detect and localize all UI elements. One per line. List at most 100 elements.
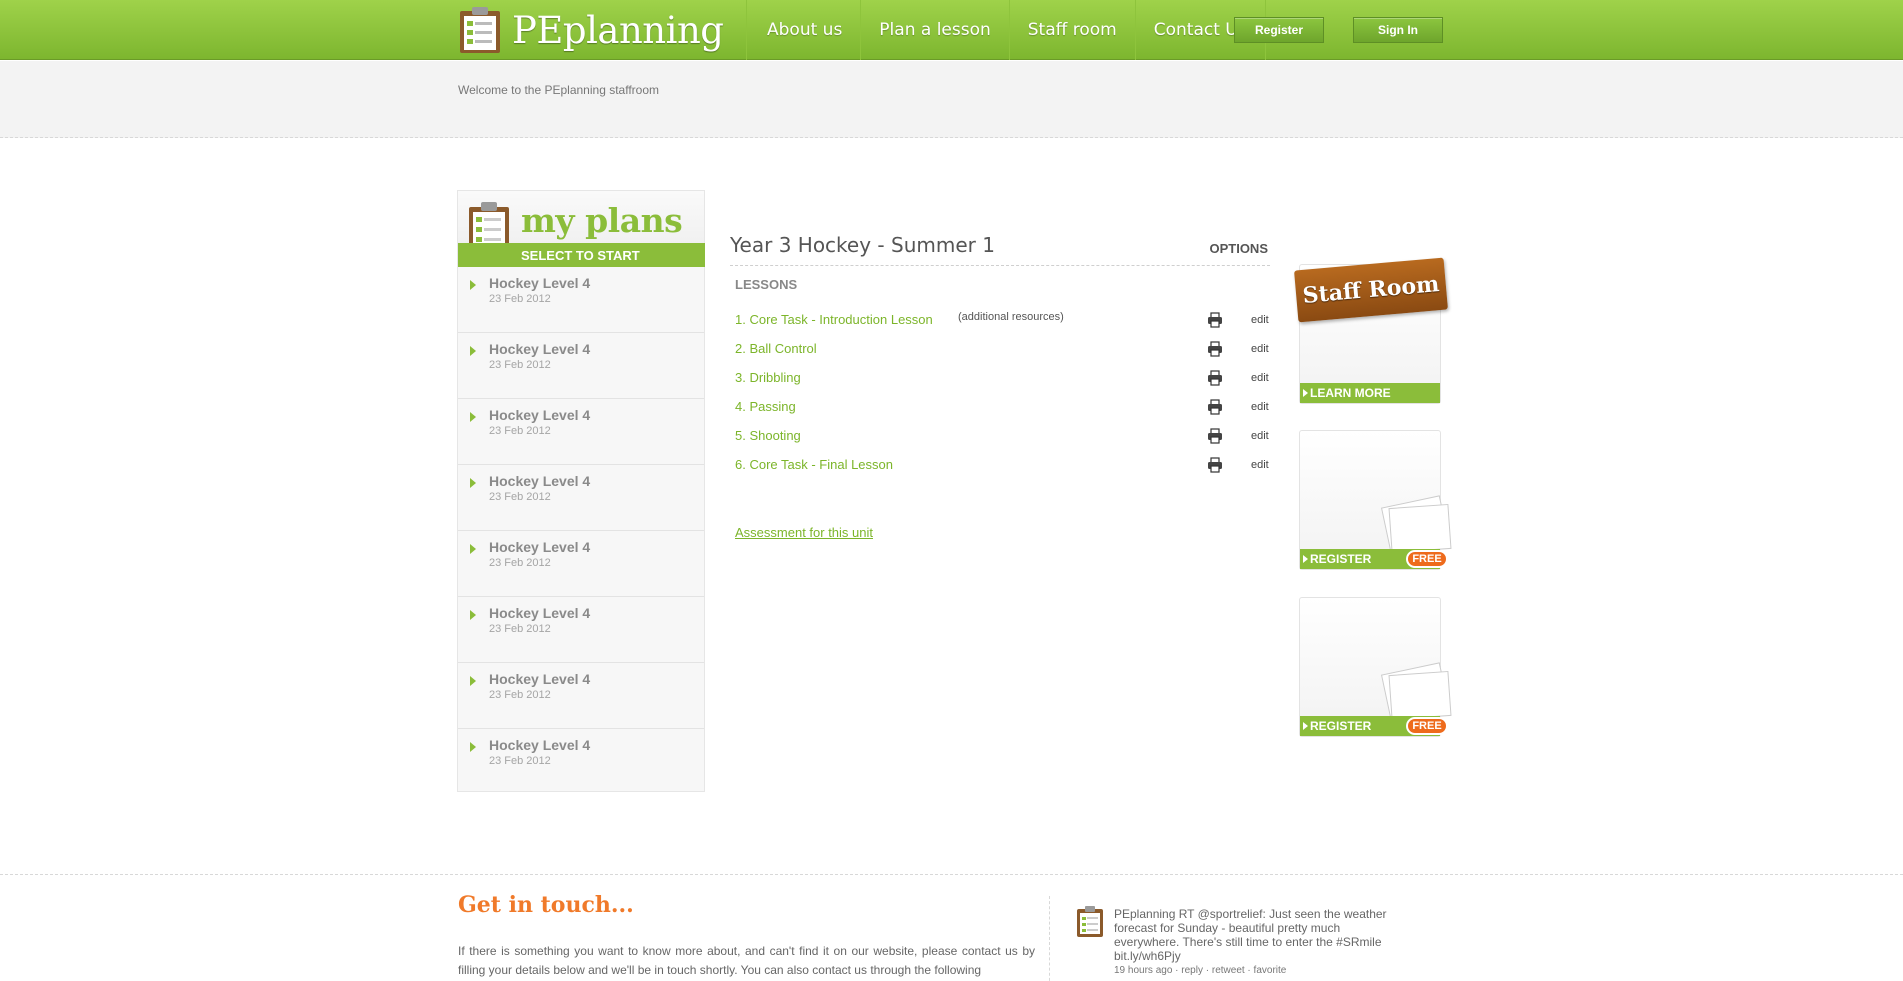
site-logo[interactable]: PEplanning [458,4,724,56]
edit-link[interactable]: edit [1251,314,1269,326]
lesson-link[interactable]: 6. Core Task - Final Lesson [735,457,893,472]
plan-name: Hockey Level 4 [489,407,591,423]
plan-date: 23 Feb 2012 [489,293,551,305]
plan-item[interactable]: Hockey Level 4 23 Feb 2012 [458,597,704,663]
edit-link[interactable]: edit [1251,459,1269,471]
title-divider [730,265,1270,266]
plan-item[interactable]: Hockey Level 4 23 Feb 2012 [458,399,704,465]
nav-about-us[interactable]: About us [746,0,860,60]
lesson-link[interactable]: 1. Core Task - Introduction Lesson [735,312,933,327]
nav-plan-a-lesson[interactable]: Plan a lesson [860,0,1008,60]
plan-item[interactable]: Hockey Level 4 23 Feb 2012 [458,729,704,795]
tweet-text: PEplanning RT @sportrelief: Just seen th… [1114,907,1387,963]
plan-name: Hockey Level 4 [489,737,591,753]
print-icon[interactable] [1207,428,1223,444]
get-in-touch-text: If there is something you want to know m… [458,944,1035,977]
plan-name: Hockey Level 4 [489,473,591,489]
welcome-text: Welcome to the PEplanning staffroom [458,83,659,97]
plan-item[interactable]: Hockey Level 4 23 Feb 2012 [458,333,704,399]
arrow-right-icon [1303,555,1308,563]
arrow-right-icon [470,478,476,488]
arrow-right-icon [470,346,476,356]
plan-date: 23 Feb 2012 [489,425,551,437]
arrow-right-icon [470,412,476,422]
lesson-row: 1. Core Task - Introduction Lesson (addi… [735,311,1270,332]
sign-in-button[interactable]: Sign In [1353,17,1443,43]
lesson-plan-sheet-icon [1388,503,1452,554]
arrow-right-icon [470,544,476,554]
select-to-start-label: SELECT TO START [521,248,640,263]
plan-name: Hockey Level 4 [489,275,591,291]
print-icon[interactable] [1207,457,1223,473]
unit-title: Year 3 Hockey - Summer 1 [730,233,995,257]
learn-more-label: LEARN MORE [1310,386,1391,400]
free-badge: FREE [1406,717,1448,735]
lesson-link[interactable]: 5. Shooting [735,428,801,443]
arrow-right-icon [1303,389,1308,397]
register-label: REGISTER [1310,719,1372,733]
assessment-link[interactable]: Assessment for this unit [735,525,873,540]
tweet-retweet-link[interactable]: retweet [1212,965,1245,976]
plan-date: 23 Feb 2012 [489,359,551,371]
edit-link[interactable]: edit [1251,401,1269,413]
register-label: REGISTER [1310,552,1372,566]
arrow-right-icon [470,280,476,290]
register-promo[interactable]: REGISTER [1299,597,1452,737]
logo-text: PEplanning [512,8,724,52]
plan-item[interactable]: Hockey Level 4 23 Feb 2012 [458,531,704,597]
site-header: PEplanning About us Plan a lesson Staff … [0,0,1903,60]
plan-item[interactable]: Hockey Level 4 23 Feb 2012 [458,663,704,729]
plan-date: 23 Feb 2012 [489,755,551,767]
lessons-heading: LESSONS [735,277,798,292]
arrow-right-icon [470,742,476,752]
lesson-row: 5. Shooting edit [735,428,1270,448]
lesson-row: 2. Ball Control edit [735,341,1270,361]
plan-date: 23 Feb 2012 [489,689,551,701]
main-nav: About us Plan a lesson Staff room Contac… [746,0,1266,60]
clipboard-avatar-icon [1077,906,1103,937]
footer-divider [0,874,1903,875]
my-plans-header: my plans SELECT TO START [458,191,705,267]
plan-item[interactable]: Hockey Level 4 23 Feb 2012 [458,465,704,531]
print-icon[interactable] [1207,341,1223,357]
edit-link[interactable]: edit [1251,430,1269,442]
my-plans-title: my plans [521,201,683,240]
edit-link[interactable]: edit [1251,343,1269,355]
tweet-reply-link[interactable]: reply [1181,965,1203,976]
arrow-right-icon [470,610,476,620]
print-icon[interactable] [1207,312,1223,328]
plan-date: 23 Feb 2012 [489,491,551,503]
free-badge: FREE [1406,550,1448,568]
welcome-banner: Welcome to the PEplanning staffroom [0,61,1903,138]
arrow-right-icon [470,676,476,686]
register-button[interactable]: Register [1234,17,1324,43]
arrow-right-icon [1303,722,1308,730]
print-icon[interactable] [1207,370,1223,386]
options-link[interactable]: OPTIONS [1209,241,1268,256]
lesson-row: 4. Passing edit [735,399,1270,419]
lesson-link[interactable]: 3. Dribbling [735,370,801,385]
print-icon[interactable] [1207,399,1223,415]
nav-staff-room[interactable]: Staff room [1008,0,1135,60]
plan-item[interactable]: Hockey Level 4 23 Feb 2012 [458,267,704,333]
get-in-touch-title: Get in touch... [458,892,634,918]
tweet-time[interactable]: 19 hours ago [1114,965,1172,976]
tweet-meta: 19 hours ago · reply · retweet · favorit… [1114,965,1287,976]
edit-link[interactable]: edit [1251,372,1269,384]
plan-name: Hockey Level 4 [489,605,591,621]
register-promo[interactable]: REGISTER [1299,430,1452,570]
plan-name: Hockey Level 4 [489,539,591,555]
staff-room-sign-text: Staff Room [1301,271,1441,309]
plan-date: 23 Feb 2012 [489,623,551,635]
lesson-link[interactable]: 2. Ball Control [735,341,817,356]
plan-name: Hockey Level 4 [489,341,591,357]
additional-resources-link[interactable]: (additional resources) [958,311,1064,323]
lesson-row: 3. Dribbling edit [735,370,1270,390]
lesson-link[interactable]: 4. Passing [735,399,796,414]
footer-vertical-divider [1049,896,1050,981]
tweet-favorite-link[interactable]: favorite [1254,965,1287,976]
lesson-plan-sheet-icon [1388,670,1452,721]
clipboard-logo-icon [460,7,500,53]
promo-bar: LEARN MORE [1300,383,1440,403]
my-plans-panel: my plans SELECT TO START Hockey Level 4 … [457,190,705,792]
